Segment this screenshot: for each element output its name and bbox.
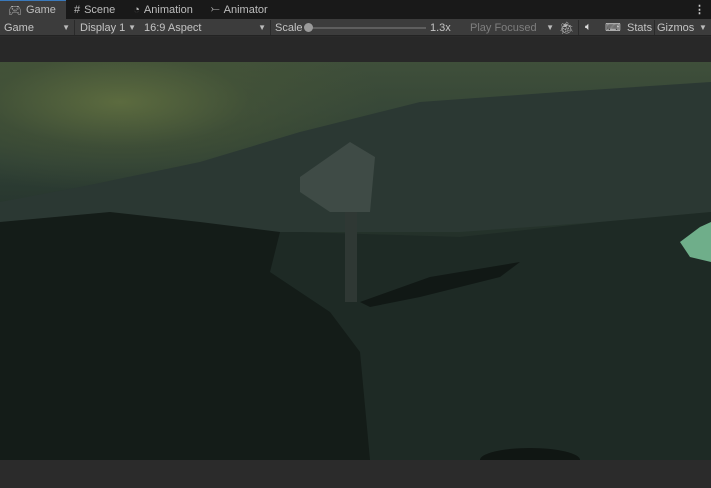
grid-icon: #	[73, 3, 81, 16]
bug-icon[interactable]: 🐞︎	[559, 19, 574, 36]
gizmos-dropdown-arrow[interactable]: ▼	[699, 19, 707, 36]
chevron-down-icon: ▼	[258, 23, 266, 32]
character	[345, 212, 357, 302]
stats-button[interactable]: Stats	[627, 19, 652, 36]
tab-animator[interactable]: ⤚ Animator	[203, 0, 278, 19]
letterbox-bottom	[0, 460, 711, 488]
tab-animation[interactable]: ◔ Animation	[125, 0, 203, 19]
letterbox-top	[0, 37, 711, 62]
animator-icon: ⤚	[210, 3, 220, 15]
display-dropdown[interactable]: Display 1 ▼	[80, 19, 136, 36]
gamepad-icon: 🎮︎	[8, 4, 22, 17]
game-toolbar: Game ▼ Display 1 ▼ 16:9 Aspect ▼ Scale 1.3x…	[0, 19, 711, 36]
view-mode-dropdown[interactable]: Game ▼	[4, 19, 70, 36]
mute-audio-icon[interactable]: 🔈︎	[585, 19, 592, 36]
more-menu-icon[interactable]: ⋮	[694, 3, 705, 16]
gizmos-button[interactable]: Gizmos	[657, 19, 694, 36]
aspect-dropdown[interactable]: 16:9 Aspect ▼	[144, 19, 266, 36]
scale-value: 1.3x	[430, 21, 451, 34]
tab-game[interactable]: 🎮︎ Game	[0, 0, 66, 19]
clock-icon: ◔	[133, 3, 140, 16]
game-viewport[interactable]	[0, 62, 711, 460]
chevron-down-icon: ▼	[62, 23, 70, 32]
scale-slider[interactable]	[306, 27, 426, 29]
chevron-down-icon: ▼	[699, 23, 707, 32]
tab-bar: 🎮︎ Game # Scene ◔ Animation ⤚ Animator ⋮	[0, 0, 711, 19]
scene-render	[0, 82, 711, 460]
scale-slider-handle[interactable]	[304, 23, 313, 32]
chevron-down-icon: ▼	[128, 23, 136, 32]
keyboard-icon[interactable]: ⌨	[605, 19, 621, 36]
play-mode-dropdown[interactable]: Play Focused ▼	[470, 19, 554, 36]
scale-label: Scale	[275, 21, 303, 34]
chevron-down-icon: ▼	[546, 23, 554, 32]
tab-scene[interactable]: # Scene	[66, 0, 125, 19]
